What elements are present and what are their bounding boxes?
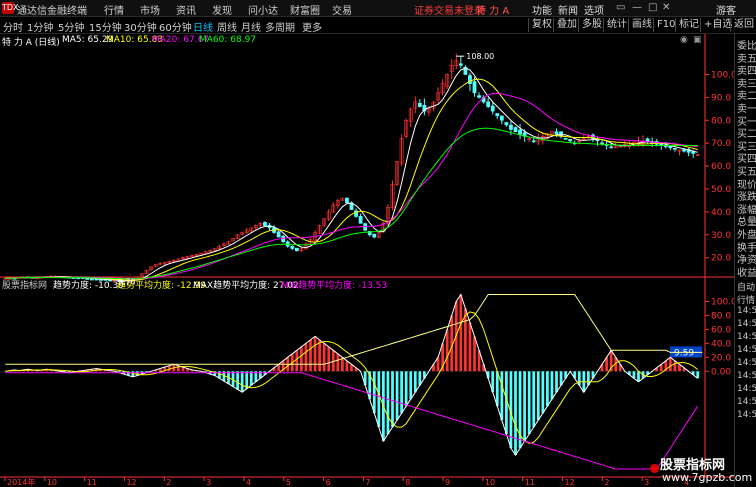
ma5-line xyxy=(5,67,698,282)
candle-body xyxy=(294,247,299,252)
candle-body xyxy=(691,151,696,154)
x-tick-label: 6 xyxy=(326,478,331,487)
current-value-label: 9.59 xyxy=(674,348,694,358)
x-tick-label: 2 xyxy=(604,478,609,487)
candle-body xyxy=(513,127,518,133)
candle-body xyxy=(345,197,349,204)
tick-time-label: 14:50 xyxy=(737,358,756,368)
price-tick-label: 20.0 xyxy=(711,254,731,264)
x-tick-label: 9 xyxy=(445,478,450,487)
candle-body xyxy=(290,245,295,249)
candle-body xyxy=(673,148,677,150)
x-tick-label: 3 xyxy=(206,478,211,487)
ind-tick-label: 40.0 xyxy=(711,339,731,349)
ind-tick-label: 20.0 xyxy=(711,353,731,363)
candle-body xyxy=(372,233,377,238)
min-trend-avg-line xyxy=(5,372,699,470)
candle-body xyxy=(89,278,94,281)
candle-body xyxy=(682,149,686,152)
candle-body xyxy=(458,63,463,66)
tick-time-label: 14:50 xyxy=(737,319,756,329)
candle-body xyxy=(486,101,491,107)
watermark-url: www.7gpzb.com xyxy=(662,471,753,484)
max-trend-avg-line xyxy=(5,294,703,365)
candle-body xyxy=(600,142,604,145)
candle-body xyxy=(358,216,363,224)
candle-body xyxy=(504,122,509,126)
ma10-line xyxy=(5,78,698,281)
min-price-label: 9.70 xyxy=(118,277,136,286)
tick-time-label: 14:50 xyxy=(737,384,756,394)
candle-body xyxy=(417,103,422,107)
candle-body xyxy=(495,113,500,117)
candle-body xyxy=(609,146,614,149)
price-tick-label: 40.0 xyxy=(711,208,731,218)
candle-body xyxy=(518,129,522,135)
tick-time-label: 14:50 xyxy=(737,332,756,342)
x-tick-label: 2014年 xyxy=(7,477,35,487)
tick-time-label: 14:50 xyxy=(737,345,756,355)
quote-panel: 委比 卖五 卖四 卖三 卖二 卖一 买一 买二 买三 买四 买五 现价 涨跌 涨幅 总量 外盘 换手 净资 收益 自动… xyxy=(734,34,756,487)
quote-label: 收益 xyxy=(737,267,756,279)
x-tick-label: 10 xyxy=(47,478,57,487)
x-tick-label: 8 xyxy=(405,478,410,487)
x-tick-label: 5 xyxy=(286,478,291,487)
x-tick-label: 11 xyxy=(525,478,535,487)
candle-body xyxy=(276,231,281,238)
x-tick-label: 10 xyxy=(485,478,495,487)
tick-time-label: 自动 xyxy=(737,283,756,293)
candle-body xyxy=(531,140,536,143)
price-tick-label: 100.0 xyxy=(711,70,734,80)
x-tick-label: 11 xyxy=(87,478,97,487)
tick-time-label: 14:50 xyxy=(737,371,756,381)
ind-tick-label: 0.00 xyxy=(711,367,731,377)
candle-body xyxy=(472,81,477,94)
site-watermark: 股票指标网 www.7gpzb.com xyxy=(648,454,756,487)
tick-time-label: 14:50 xyxy=(737,306,756,316)
price-tick-label: 60.0 xyxy=(711,162,731,172)
candle-body xyxy=(468,75,472,84)
x-tick-label: 7 xyxy=(365,478,370,487)
x-tick-label: 12 xyxy=(565,478,575,487)
price-tick-label: 80.0 xyxy=(711,116,731,126)
price-tick-label: 30.0 xyxy=(711,231,731,241)
ma20-line xyxy=(5,92,698,280)
watermark-logo-icon xyxy=(650,464,659,473)
price-tick-label: 70.0 xyxy=(711,139,731,149)
candle-body xyxy=(568,139,573,142)
candle-body xyxy=(477,95,481,98)
candle-body xyxy=(499,115,504,121)
candle-body xyxy=(85,278,90,280)
candle-body xyxy=(563,138,568,140)
tick-time-label: 行情 xyxy=(737,296,756,306)
chart-canvas[interactable]: 100.0 90.0 80.0 70.0 60.0 50.0 40.0 30.0 20.0 10… xyxy=(0,0,734,487)
max-price-label: 108.00 xyxy=(466,52,494,61)
candle-body xyxy=(263,222,267,226)
ind-tick-label: 60.0 xyxy=(711,325,731,335)
x-tick-label: 12 xyxy=(126,478,136,487)
ind-tick-label: 80.0 xyxy=(711,311,731,321)
candle-body xyxy=(554,131,559,135)
tick-time-label: 14:50 xyxy=(737,397,756,407)
candle-body xyxy=(490,105,495,112)
price-tick-label: 50.0 xyxy=(711,185,731,195)
ind-tick-label: 100.0 xyxy=(711,297,734,307)
price-tick-label: 90.0 xyxy=(711,93,731,103)
x-tick-label: 4 xyxy=(246,478,251,487)
tick-time-label: 14:50 xyxy=(737,410,756,420)
x-tick-label: 2 xyxy=(166,478,171,487)
candle-body xyxy=(509,124,513,130)
